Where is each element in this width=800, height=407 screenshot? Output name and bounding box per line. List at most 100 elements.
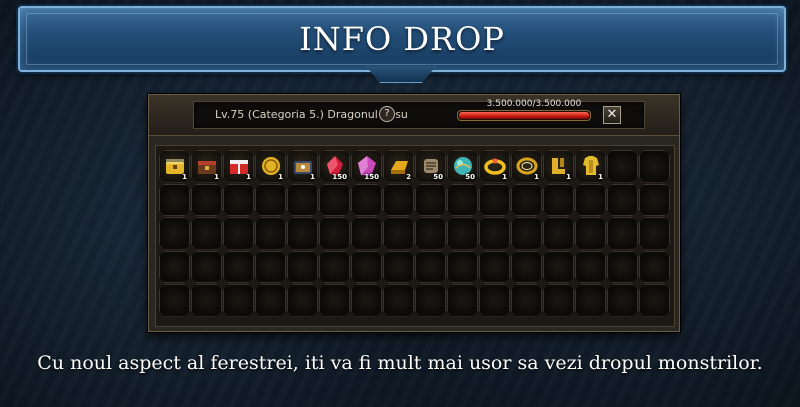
inventory-slot[interactable] [447,217,478,250]
inventory-slot[interactable] [319,284,350,317]
inventory-slot[interactable] [639,250,670,283]
inventory-slot[interactable] [479,284,510,317]
inventory-slot[interactable] [575,183,606,216]
inventory-slot[interactable] [447,284,478,317]
inventory-slot[interactable] [607,150,638,183]
inventory-slot[interactable] [383,217,414,250]
inventory-slot[interactable] [191,284,222,317]
inventory-slot[interactable] [159,250,190,283]
inventory-slot[interactable] [543,183,574,216]
inventory-slot[interactable]: 1 [479,150,510,183]
inventory-slot[interactable] [159,284,190,317]
window-header: Lv.75 (Categoria 5.) Dragonul Rosu ? 3.5… [149,95,679,136]
inventory-slot[interactable]: 1 [543,150,574,183]
inventory-slot[interactable]: 1 [223,150,254,183]
drop-grid-area: 1 1 1 1 1 150 150 2 50 50 1 1 1 1 [155,145,675,327]
inventory-slot[interactable] [223,284,254,317]
item-quantity: 1 [214,172,219,181]
inventory-slot[interactable] [639,150,670,183]
inventory-slot[interactable] [575,250,606,283]
hp-bar [457,110,591,121]
item-quantity: 50 [465,172,475,181]
inventory-slot[interactable] [159,217,190,250]
inventory-slot[interactable] [383,183,414,216]
inventory-slot[interactable] [415,183,446,216]
inventory-slot[interactable]: 1 [255,150,286,183]
inventory-slot[interactable] [415,250,446,283]
item-quantity: 1 [534,172,539,181]
inventory-slot[interactable] [639,284,670,317]
inventory-slot[interactable]: 150 [319,150,350,183]
inventory-slot[interactable]: 1 [287,150,318,183]
inventory-slot[interactable] [319,217,350,250]
inventory-slot[interactable] [223,183,254,216]
inventory-slot[interactable] [287,250,318,283]
inventory-slot[interactable] [287,183,318,216]
inventory-slot[interactable] [319,183,350,216]
inventory-slot[interactable] [479,183,510,216]
inventory-slot[interactable] [383,250,414,283]
item-quantity: 50 [433,172,443,181]
inventory-slot[interactable] [415,217,446,250]
inventory-slot[interactable] [543,217,574,250]
item-quantity: 1 [310,172,315,181]
hp-bar-fill [459,112,589,119]
inventory-slot[interactable] [607,183,638,216]
inventory-slot[interactable] [351,250,382,283]
inventory-slot[interactable] [511,217,542,250]
inventory-slot[interactable] [351,284,382,317]
inventory-slot[interactable] [223,217,254,250]
inventory-slot[interactable] [159,183,190,216]
inventory-slot[interactable] [255,183,286,216]
inventory-slot[interactable] [223,250,254,283]
inventory-slot[interactable] [287,284,318,317]
inventory-slot[interactable] [575,217,606,250]
inventory-slot[interactable] [447,250,478,283]
inventory-slot[interactable] [415,284,446,317]
inventory-slot[interactable]: 1 [511,150,542,183]
inventory-slot[interactable] [191,183,222,216]
inventory-slot[interactable] [607,250,638,283]
inventory-slot[interactable] [351,183,382,216]
inventory-slot[interactable]: 2 [383,150,414,183]
title-banner: INFO DROP [18,6,786,72]
inventory-slot[interactable] [607,284,638,317]
inventory-slot[interactable] [191,250,222,283]
caption-text: Cu noul aspect al ferestrei, iti va fi m… [37,352,763,374]
inventory-slot[interactable] [479,217,510,250]
inventory-slot[interactable] [287,217,318,250]
item-quantity: 1 [598,172,603,181]
inventory-slot[interactable]: 1 [191,150,222,183]
help-icon[interactable]: ? [379,106,395,122]
inventory-slot[interactable]: 150 [351,150,382,183]
inventory-slot[interactable] [639,183,670,216]
inventory-slot[interactable]: 50 [447,150,478,183]
inventory-slot[interactable] [575,284,606,317]
inventory-slot[interactable] [543,250,574,283]
inventory-slot[interactable] [511,250,542,283]
item-quantity: 1 [182,172,187,181]
inventory-slot[interactable] [191,217,222,250]
item-quantity: 1 [566,172,571,181]
inventory-slot[interactable] [319,250,350,283]
inventory-slot[interactable] [511,284,542,317]
inventory-slot[interactable] [639,217,670,250]
inventory-slot[interactable]: 1 [575,150,606,183]
inventory-slot[interactable] [511,183,542,216]
close-button[interactable]: ✕ [603,106,621,124]
inventory-slot[interactable] [543,284,574,317]
inventory-slot[interactable] [255,250,286,283]
banner-title: INFO DROP [299,20,505,58]
item-quantity: 1 [502,172,507,181]
inventory-slot[interactable] [447,183,478,216]
inventory-slot[interactable]: 1 [159,150,190,183]
item-quantity: 150 [364,172,379,181]
inventory-slot[interactable] [255,284,286,317]
inventory-slot[interactable] [607,217,638,250]
inventory-slot[interactable] [351,217,382,250]
inventory-slot[interactable] [479,250,510,283]
inventory-slot[interactable]: 50 [415,150,446,183]
inventory-slot[interactable] [383,284,414,317]
inventory-slot[interactable] [255,217,286,250]
item-quantity: 2 [406,172,411,181]
